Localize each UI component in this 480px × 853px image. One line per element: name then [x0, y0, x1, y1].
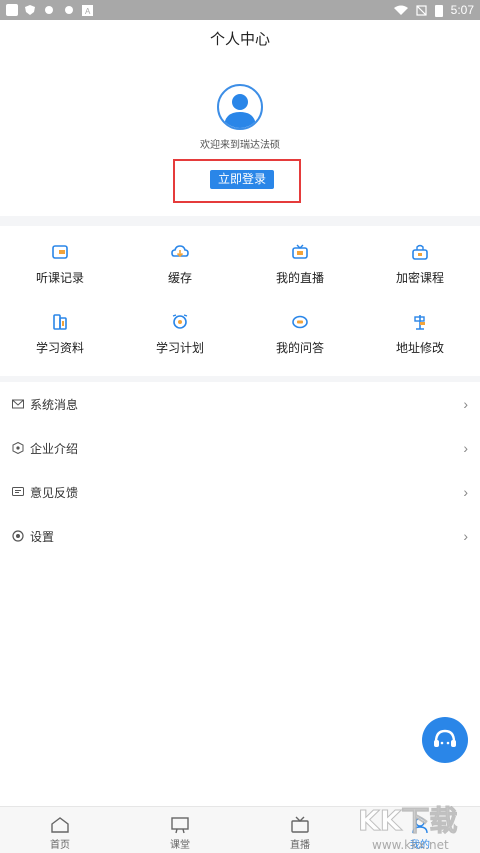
grid-item-encrypted-course[interactable]: 加密课程 — [360, 226, 480, 290]
menu-item-feedback[interactable]: 意见反馈 › — [0, 470, 480, 514]
menu-label: 企业介绍 — [30, 441, 79, 456]
grid-label: 缓存 — [167, 271, 192, 285]
grid-label: 我的直播 — [275, 271, 324, 285]
menu-item-system-messages[interactable]: 系统消息 › — [0, 382, 480, 426]
menu-item-company-intro[interactable]: 企业介绍 › — [0, 426, 480, 470]
grid-item-materials[interactable]: 学习资料 — [0, 296, 120, 360]
headset-icon — [434, 729, 456, 747]
login-button[interactable]: 立即登录 — [210, 170, 274, 189]
menu-label: 意见反馈 — [30, 485, 79, 500]
materials-icon — [53, 314, 67, 330]
font-icon: A — [82, 4, 93, 16]
signal-off-icon — [416, 4, 427, 16]
grid-label: 学习计划 — [155, 341, 204, 355]
app-icon — [6, 4, 18, 16]
lock-course-icon — [412, 244, 428, 260]
tv-icon — [291, 816, 309, 833]
user-avatar-icon — [224, 94, 256, 128]
grid-label: 我的问答 — [275, 341, 324, 355]
grid-item-cache[interactable]: 缓存 — [120, 226, 240, 290]
svg-text:KK下载: KK下载 — [358, 804, 457, 837]
avatar[interactable] — [217, 84, 263, 130]
bug-icon — [45, 6, 53, 14]
content-area — [0, 562, 480, 806]
wifi-icon — [393, 5, 408, 15]
cache-icon — [171, 245, 189, 258]
nav-label: 课堂 — [170, 840, 190, 851]
grid-label: 加密课程 — [395, 271, 444, 285]
svg-text:A: A — [85, 7, 91, 16]
live-icon — [292, 244, 308, 259]
status-bar: A 5:07 — [0, 0, 480, 20]
kk-watermark-logo: KK下载 www.kkx.net — [358, 804, 458, 853]
svg-text:www.kkx.net: www.kkx.net — [372, 838, 449, 852]
shield-icon — [25, 5, 35, 15]
nav-label: 直播 — [290, 840, 310, 851]
nav-label: 首页 — [50, 840, 70, 851]
bug-icon — [65, 6, 73, 14]
record-icon — [52, 245, 68, 259]
settings-icon — [12, 530, 24, 542]
plan-icon — [172, 314, 188, 329]
classroom-icon — [171, 817, 189, 834]
nav-live[interactable]: 直播 — [240, 807, 360, 853]
battery-icon — [434, 4, 443, 17]
chevron-right-icon: › — [463, 484, 468, 500]
company-icon — [12, 442, 24, 454]
nav-classroom[interactable]: 课堂 — [120, 807, 240, 853]
page-title: 个人中心 — [209, 31, 270, 48]
home-icon — [51, 817, 69, 833]
grid-item-plan[interactable]: 学习计划 — [120, 296, 240, 360]
profile-header: 个人中心 欢迎来到瑞达法硕 立即登录 — [0, 20, 480, 216]
address-icon — [414, 315, 425, 330]
chevron-right-icon: › — [463, 396, 468, 412]
qa-icon — [292, 315, 308, 329]
grid-item-qa[interactable]: 我的问答 — [240, 296, 360, 360]
customer-service-button[interactable] — [422, 717, 468, 763]
grid-item-record[interactable]: 听课记录 — [0, 226, 120, 290]
grid-label: 地址修改 — [395, 341, 444, 355]
menu-label: 系统消息 — [30, 397, 79, 412]
grid-item-live[interactable]: 我的直播 — [240, 226, 360, 290]
menu-label: 设置 — [30, 529, 55, 544]
menu-item-settings[interactable]: 设置 › — [0, 514, 480, 558]
feedback-icon — [12, 487, 24, 496]
mail-icon — [12, 399, 24, 409]
grid-label: 学习资料 — [35, 341, 84, 355]
chevron-right-icon: › — [463, 528, 468, 544]
feature-grid: 听课记录 缓存 我的直播 加密课程 学习资料 学习计划 我的问答 地址修改 — [0, 226, 480, 376]
chevron-right-icon: › — [463, 440, 468, 456]
settings-menu: 系统消息 › 企业介绍 › 意见反馈 › 设置 › — [0, 382, 480, 562]
welcome-text: 欢迎来到瑞达法硕 — [200, 140, 280, 151]
highlight-box: 立即登录 — [173, 159, 301, 203]
grid-label: 听课记录 — [35, 271, 84, 285]
nav-home[interactable]: 首页 — [0, 807, 120, 853]
grid-item-address[interactable]: 地址修改 — [360, 296, 480, 360]
clock: 5:07 — [450, 3, 474, 17]
